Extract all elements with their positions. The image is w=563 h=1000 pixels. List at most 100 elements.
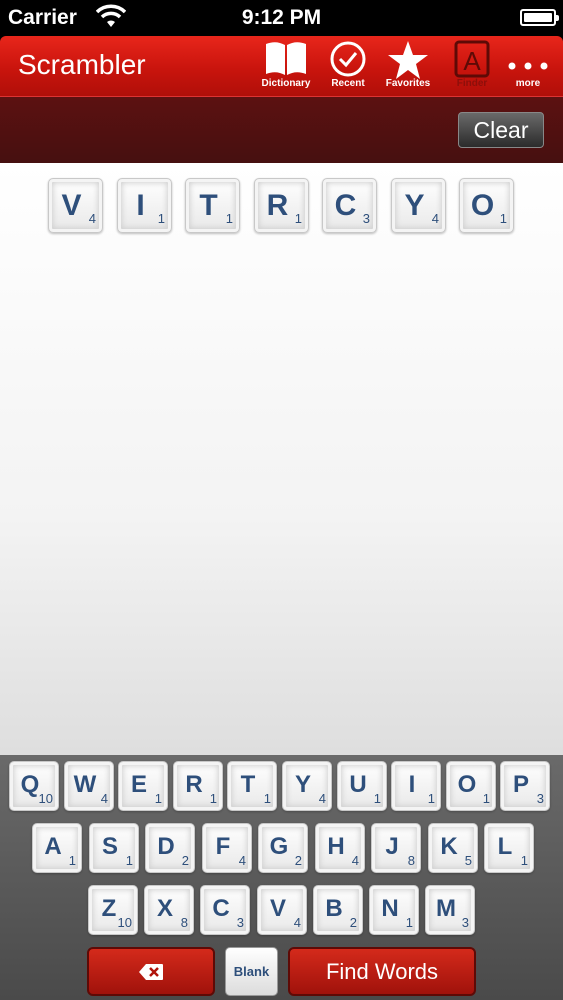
tile-letter: C	[334, 189, 357, 222]
more-button[interactable]: more	[506, 40, 550, 92]
tile-score: 1	[405, 915, 413, 930]
clear-button[interactable]: Clear	[458, 112, 544, 148]
tile-score: 1	[125, 853, 133, 868]
key-f[interactable]: F4	[202, 823, 252, 873]
tile-letter: X	[156, 895, 173, 922]
nav-bar: Scrambler Dictionary Recent Favorites A …	[0, 36, 563, 96]
tile-score: 1	[263, 791, 271, 806]
dictionary-button[interactable]: Dictionary	[262, 40, 310, 92]
tile-score: 1	[68, 853, 76, 868]
tile-letter: L	[497, 833, 513, 860]
tile-score: 3	[536, 791, 544, 806]
key-k[interactable]: K5	[428, 823, 478, 873]
tile-letter: U	[349, 771, 367, 798]
tile-letter: H	[327, 833, 345, 860]
key-y[interactable]: Y4	[282, 761, 332, 811]
board-tile[interactable]: R1	[254, 178, 309, 233]
key-u[interactable]: U1	[337, 761, 387, 811]
board-tile[interactable]: Y4	[391, 178, 446, 233]
tile-letter: N	[381, 895, 399, 922]
blank-tile-button[interactable]: Blank	[225, 947, 278, 996]
key-n[interactable]: N1	[369, 885, 419, 935]
key-b[interactable]: B2	[313, 885, 363, 935]
board-tile[interactable]: C3	[322, 178, 377, 233]
tile-letter: T	[199, 189, 218, 222]
key-i[interactable]: I1	[391, 761, 441, 811]
board-tile[interactable]: T1	[185, 178, 240, 233]
tile-score: 2	[181, 853, 189, 868]
tile-letter: K	[440, 833, 458, 860]
tile-letter: R	[185, 771, 203, 798]
recent-button[interactable]: Recent	[328, 40, 368, 92]
tile-letter: S	[101, 833, 118, 860]
find-words-button[interactable]: Find Words	[288, 947, 476, 996]
tile-letter: W	[73, 771, 97, 798]
key-d[interactable]: D2	[145, 823, 195, 873]
toolbar: Clear	[0, 96, 563, 163]
tile-letter: P	[512, 771, 529, 798]
key-a[interactable]: A1	[32, 823, 82, 873]
tile-score: 1	[294, 211, 302, 226]
key-v[interactable]: V4	[257, 885, 307, 935]
tile-letter: O	[457, 771, 477, 798]
key-o[interactable]: O1	[446, 761, 496, 811]
tile-score: 2	[294, 853, 302, 868]
board-tile[interactable]: I1	[117, 178, 172, 233]
tile-letter: M	[436, 895, 456, 922]
key-m[interactable]: M3	[425, 885, 475, 935]
more-dots-icon	[508, 62, 548, 70]
word-area	[0, 163, 563, 755]
svg-text:A: A	[463, 46, 481, 76]
key-t[interactable]: T1	[227, 761, 277, 811]
tile-score: 10	[117, 915, 132, 930]
delete-button[interactable]	[87, 947, 215, 996]
battery-icon	[520, 9, 559, 26]
key-r[interactable]: R1	[173, 761, 223, 811]
tile-score: 4	[238, 853, 246, 868]
board-tile[interactable]: O1	[459, 178, 514, 233]
key-s[interactable]: S1	[89, 823, 139, 873]
clock: 9:12 PM	[241, 6, 322, 29]
key-p[interactable]: P3	[500, 761, 550, 811]
key-w[interactable]: W4	[64, 761, 114, 811]
favorites-button[interactable]: Favorites	[386, 40, 430, 92]
tile-score: 1	[154, 791, 162, 806]
tile-score: 1	[520, 853, 528, 868]
tile-letter: D	[157, 833, 175, 860]
tile-score: 1	[157, 211, 165, 226]
tile-letter: Y	[404, 189, 425, 222]
tile-letter: A	[44, 833, 62, 860]
tile-letter: V	[61, 189, 82, 222]
tile-letter: C	[212, 895, 230, 922]
tile-score: 4	[318, 791, 326, 806]
tile-score: 1	[209, 791, 217, 806]
book-icon	[266, 42, 306, 75]
status-bar: Carrier 9:12 PM	[0, 0, 563, 36]
tile-score: 5	[464, 853, 472, 868]
star-icon	[388, 41, 428, 79]
tile-letter: B	[325, 895, 343, 922]
tile-score: 4	[431, 211, 439, 226]
key-x[interactable]: X8	[144, 885, 194, 935]
tile-score: 4	[351, 853, 359, 868]
key-h[interactable]: H4	[315, 823, 365, 873]
key-q[interactable]: Q 10	[9, 761, 59, 811]
key-c[interactable]: C3	[200, 885, 250, 935]
tile-score: 1	[373, 791, 381, 806]
app-title: Scrambler	[18, 49, 146, 80]
key-j[interactable]: J8	[371, 823, 421, 873]
key-e[interactable]: E1	[118, 761, 168, 811]
tile-letter: O	[470, 189, 495, 222]
key-l[interactable]: L1	[484, 823, 534, 873]
key-z[interactable]: Z 10	[88, 885, 138, 935]
backspace-icon	[139, 964, 163, 980]
tile-score: 4	[293, 915, 301, 930]
tile-score: 1	[427, 791, 435, 806]
tile-letter: J	[385, 833, 399, 860]
tile-letter: V	[269, 895, 286, 922]
board-tile[interactable]: V4	[48, 178, 103, 233]
tile-letter: E	[130, 771, 147, 798]
tile-score: 4	[88, 211, 96, 226]
tile-score: 3	[362, 211, 370, 226]
key-g[interactable]: G2	[258, 823, 308, 873]
